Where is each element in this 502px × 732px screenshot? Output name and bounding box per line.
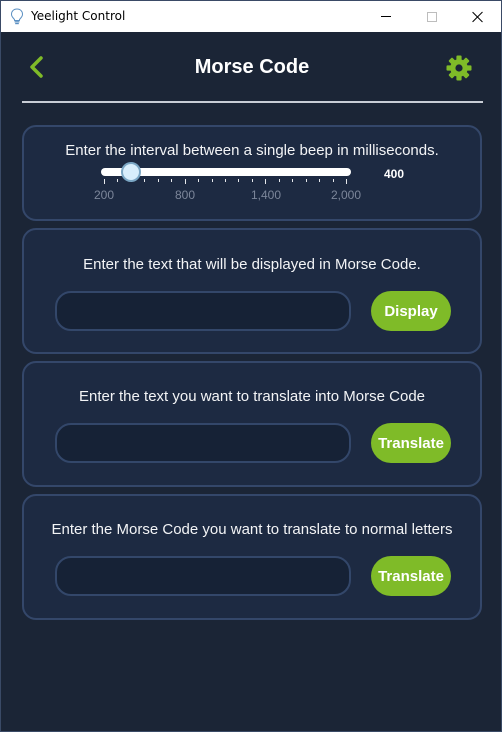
to-letters-input[interactable] bbox=[55, 556, 351, 596]
interval-value: 400 bbox=[384, 167, 405, 181]
maximize-icon bbox=[427, 11, 437, 22]
slider-thumb[interactable] bbox=[121, 162, 141, 182]
tick-label-800: 800 bbox=[174, 188, 196, 202]
minimize-button[interactable] bbox=[363, 1, 409, 32]
display-button[interactable]: Display bbox=[371, 291, 451, 331]
display-card: Enter the text that will be displayed in… bbox=[22, 228, 482, 354]
slider-tick bbox=[144, 179, 146, 182]
slider-tick bbox=[346, 179, 347, 184]
slider-tick bbox=[171, 179, 173, 182]
window-title: Yeelight Control bbox=[31, 9, 126, 23]
slider-tick bbox=[198, 179, 200, 182]
display-label: Enter the text that will be displayed in… bbox=[83, 256, 421, 273]
tick-label-200: 200 bbox=[93, 188, 115, 202]
to-morse-input[interactable] bbox=[55, 423, 351, 463]
slider-tick bbox=[225, 179, 226, 182]
close-icon bbox=[472, 11, 484, 23]
interval-card: Enter the interval between a single beep… bbox=[22, 125, 482, 221]
slider-tick bbox=[305, 179, 307, 182]
to-morse-card: Enter the text you want to translate int… bbox=[22, 361, 482, 487]
slider-tick bbox=[238, 179, 240, 182]
interval-label: Enter the interval between a single beep… bbox=[65, 142, 439, 159]
slider-tick bbox=[184, 179, 186, 184]
slider-tick bbox=[265, 179, 267, 184]
maximize-button[interactable] bbox=[409, 1, 455, 32]
slider-tick bbox=[292, 179, 294, 182]
translate-to-morse-button[interactable]: Translate bbox=[371, 423, 451, 463]
header-divider bbox=[22, 101, 483, 103]
to-letters-card: Enter the Morse Code you want to transla… bbox=[22, 494, 482, 620]
translate-to-letters-button[interactable]: Translate bbox=[371, 556, 451, 596]
to-morse-label: Enter the text you want to translate int… bbox=[78, 388, 426, 405]
slider-tick bbox=[211, 179, 213, 182]
slider-tick bbox=[251, 179, 253, 182]
slider-tick bbox=[157, 179, 159, 182]
page-title: Morse Code bbox=[194, 56, 310, 78]
tick-label-2000: 2,000 bbox=[330, 188, 362, 202]
to-letters-label: Enter the Morse Code you want to transla… bbox=[51, 521, 453, 538]
slider-tick bbox=[104, 179, 105, 184]
title-bar[interactable]: Yeelight Control bbox=[1, 1, 501, 32]
display-text-input[interactable] bbox=[55, 291, 351, 331]
slider-tick bbox=[332, 179, 334, 182]
lightbulb-icon bbox=[10, 8, 24, 25]
app-window: Yeelight Control Morse Code Enter the in… bbox=[0, 0, 502, 732]
close-button[interactable] bbox=[455, 1, 501, 32]
tick-label-1400: 1,400 bbox=[250, 188, 282, 202]
slider-tick bbox=[117, 179, 119, 182]
minimize-icon bbox=[381, 16, 391, 17]
slider-tick bbox=[319, 179, 321, 182]
gear-icon[interactable] bbox=[446, 55, 472, 81]
slider-tick bbox=[278, 179, 280, 182]
